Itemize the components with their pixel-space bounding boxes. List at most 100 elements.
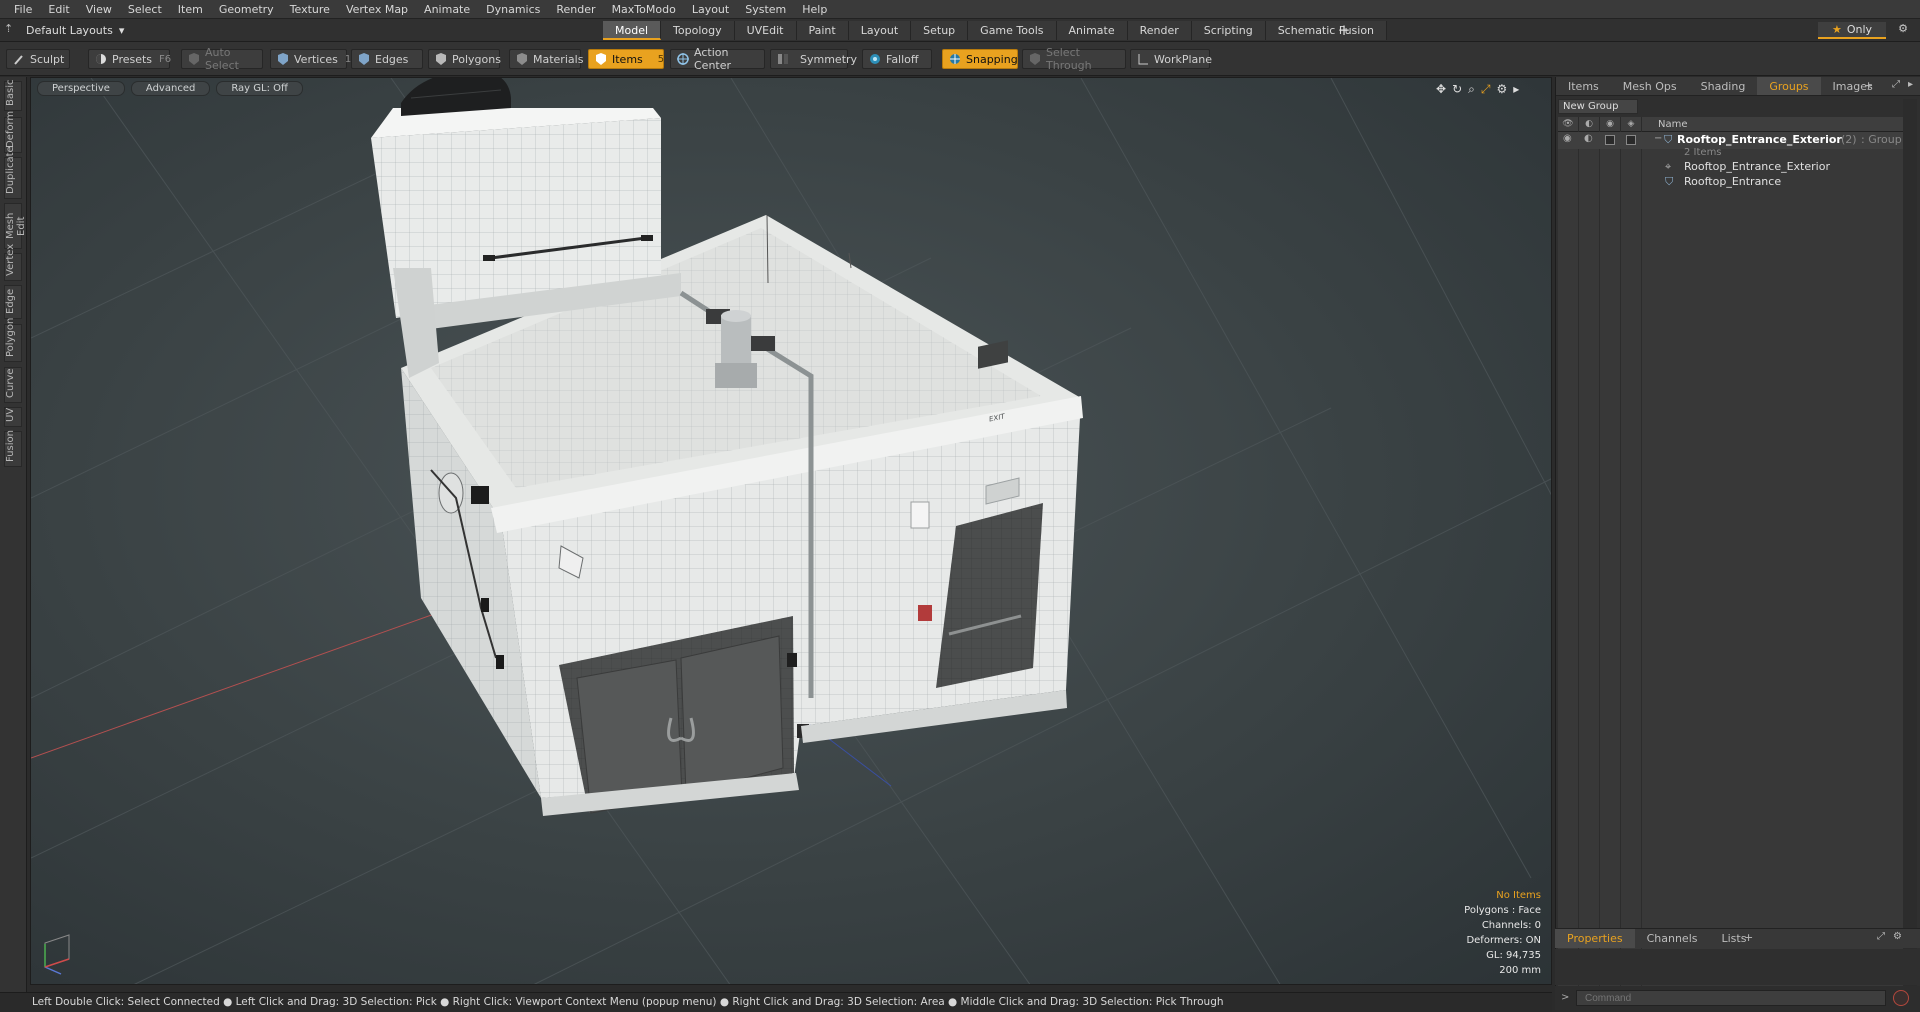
- menu-system[interactable]: System: [737, 0, 794, 19]
- shading-mode-button[interactable]: Advanced: [130, 81, 211, 96]
- only-button[interactable]: ★ Only: [1818, 22, 1886, 39]
- menu-view[interactable]: View: [78, 0, 120, 19]
- menu-texture[interactable]: Texture: [282, 0, 338, 19]
- move-view-icon[interactable]: ✥: [1436, 82, 1446, 97]
- add-panel-tab-icon[interactable]: +: [1864, 79, 1873, 92]
- tooltab-edge[interactable]: Edge: [4, 285, 22, 319]
- menu-help[interactable]: Help: [794, 0, 835, 19]
- command-arrow-icon: >: [1561, 992, 1570, 1003]
- fit-view-icon[interactable]: ⤢: [1481, 82, 1491, 97]
- panel-tab-images[interactable]: Images: [1821, 77, 1885, 95]
- menu-edit[interactable]: Edit: [40, 0, 77, 19]
- select-through-button[interactable]: Select Through: [1022, 46, 1126, 72]
- command-input[interactable]: [1576, 990, 1886, 1006]
- menu-vertex-map[interactable]: Vertex Map: [338, 0, 416, 19]
- tooltab-polygon[interactable]: Polygon: [4, 318, 22, 362]
- lock-icon[interactable]: ◐: [1579, 116, 1600, 132]
- panel-scrollbar[interactable]: [1903, 99, 1917, 994]
- tab-paint[interactable]: Paint: [796, 21, 849, 40]
- action-center-button[interactable]: Action Center: [670, 46, 765, 72]
- tooltab-uv[interactable]: UV: [4, 407, 22, 427]
- visibility-icon[interactable]: 👁: [1558, 116, 1579, 132]
- tooltab-mesh-edit[interactable]: Mesh Edit: [4, 203, 27, 249]
- auto-select-button[interactable]: Auto Select: [181, 46, 263, 72]
- items-button[interactable]: Items 5: [588, 49, 664, 69]
- menu-animate[interactable]: Animate: [416, 0, 478, 19]
- raygl-button[interactable]: Ray GL: Off: [216, 81, 303, 96]
- expand-icon[interactable]: ⤢: [1892, 79, 1900, 90]
- menu-item[interactable]: Item: [170, 0, 211, 19]
- tooltab-basic[interactable]: Basic: [4, 80, 22, 111]
- rotate-view-icon[interactable]: ↻: [1452, 82, 1462, 97]
- menu-layout[interactable]: Layout: [684, 0, 737, 19]
- new-group-button[interactable]: New Group: [1558, 99, 1638, 114]
- snapping-button[interactable]: Snapping: [942, 49, 1018, 69]
- render-checkbox[interactable]: [1605, 135, 1615, 145]
- properties-expand-icon[interactable]: ⤢: [1877, 931, 1885, 942]
- gear-icon[interactable]: ⚙: [1894, 22, 1912, 39]
- tab-animate[interactable]: Animate: [1056, 21, 1128, 40]
- panel-tab-shading[interactable]: Shading: [1689, 77, 1758, 95]
- menu-file[interactable]: File: [6, 0, 40, 19]
- panel-menu-icon[interactable]: ▸: [1908, 79, 1913, 90]
- tab-topology[interactable]: Topology: [661, 21, 735, 40]
- presets-button[interactable]: Presets F6: [88, 49, 171, 69]
- properties-gear-icon[interactable]: ⚙: [1893, 931, 1902, 942]
- auto-select-icon: [188, 53, 200, 65]
- view-mode-button[interactable]: Perspective: [37, 81, 125, 96]
- items-label: Items: [612, 52, 643, 66]
- panel-tab-mesh-ops[interactable]: Mesh Ops: [1611, 77, 1689, 95]
- menu-maxtomodo[interactable]: MaxToModo: [604, 0, 684, 19]
- sculpt-button[interactable]: Sculpt: [6, 49, 70, 69]
- status-bar: Left Double Click: Select Connected ● Le…: [0, 992, 1552, 1012]
- tab-layout[interactable]: Layout: [848, 21, 912, 40]
- tooltab-fusion[interactable]: Fusion: [4, 430, 22, 467]
- tab-uvedit[interactable]: UVEdit: [734, 21, 797, 40]
- collapse-icon[interactable]: −: [1654, 133, 1662, 144]
- eye-icon[interactable]: ◉: [1563, 133, 1572, 144]
- tab-scripting[interactable]: Scripting: [1191, 21, 1266, 40]
- menu-render[interactable]: Render: [548, 0, 603, 19]
- 3d-viewport[interactable]: EXIT Perspective Advanced Ray GL: Off ✥ …: [30, 77, 1552, 985]
- select-checkbox[interactable]: [1626, 135, 1636, 145]
- layout-selector[interactable]: Default Layouts ▾: [12, 22, 124, 39]
- viewport-settings-icon[interactable]: ⚙: [1496, 82, 1507, 97]
- bottom-tab-properties[interactable]: Properties: [1555, 929, 1635, 948]
- tab-render[interactable]: Render: [1127, 21, 1192, 40]
- panel-tab-groups[interactable]: Groups: [1757, 77, 1821, 95]
- auto-select-label: Auto Select: [205, 46, 239, 72]
- polygons-icon: [435, 53, 447, 65]
- symmetry-button[interactable]: Symmetry: [770, 49, 857, 69]
- group-child-row[interactable]: ⛉ Rooftop_Entrance: [1558, 174, 1903, 191]
- bottom-tab-channels[interactable]: Channels: [1635, 929, 1710, 948]
- tab-schematic-fusion[interactable]: Schematic Fusion: [1265, 21, 1388, 40]
- tab-model[interactable]: Model: [603, 21, 662, 40]
- workplane-label: WorkPlane: [1154, 52, 1213, 66]
- child-name: Rooftop_Entrance: [1684, 175, 1782, 188]
- tooltab-duplicate[interactable]: Duplicate: [4, 146, 22, 199]
- menu-select[interactable]: Select: [120, 0, 170, 19]
- menu-dynamics[interactable]: Dynamics: [478, 0, 548, 19]
- lock-toggle-icon[interactable]: ◐: [1584, 133, 1593, 144]
- render-icon[interactable]: ◉: [1600, 116, 1621, 132]
- vertices-button[interactable]: Vertices 1: [270, 49, 351, 69]
- tab-game-tools[interactable]: Game Tools: [968, 21, 1057, 40]
- tooltab-vertex[interactable]: Vertex: [4, 244, 22, 281]
- edges-button[interactable]: Edges 2: [351, 49, 434, 69]
- record-icon[interactable]: [1893, 990, 1909, 1006]
- zoom-icon[interactable]: ⌕: [1468, 82, 1475, 97]
- left-tool-tabs: Basic Deform Duplicate Mesh Edit Vertex Edge P…: [0, 77, 27, 995]
- add-tab-icon[interactable]: +: [1335, 21, 1353, 40]
- viewport-menu-icon[interactable]: ▸: [1513, 82, 1519, 97]
- workplane-button[interactable]: WorkPlane: [1130, 49, 1213, 69]
- menu-geometry[interactable]: Geometry: [211, 0, 282, 19]
- falloff-button[interactable]: Falloff: [862, 49, 932, 69]
- tooltab-curve[interactable]: Curve: [4, 367, 22, 403]
- add-properties-tab-icon[interactable]: +: [1744, 931, 1753, 944]
- tab-setup[interactable]: Setup: [911, 21, 969, 40]
- materials-button[interactable]: Materials: [509, 49, 583, 69]
- select-col-icon[interactable]: ◈: [1621, 116, 1642, 132]
- polygons-button[interactable]: Polygons: [428, 49, 501, 69]
- name-column-header[interactable]: Name: [1642, 119, 1688, 130]
- panel-tab-items[interactable]: Items: [1556, 77, 1611, 95]
